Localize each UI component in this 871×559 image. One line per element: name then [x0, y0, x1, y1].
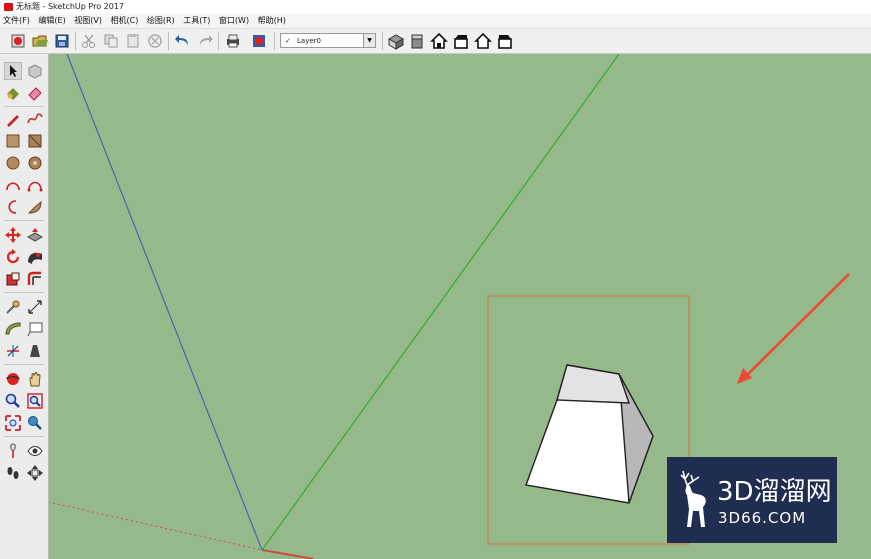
print-icon[interactable] — [224, 32, 242, 50]
toolbar-separator — [382, 32, 383, 50]
two-point-arc-icon[interactable] — [26, 176, 44, 194]
pencil-line-icon[interactable] — [4, 110, 22, 128]
walk-icon[interactable] — [4, 464, 22, 482]
three-point-arc-icon[interactable] — [4, 198, 22, 216]
tape-measure-icon[interactable] — [4, 298, 22, 316]
axes-icon[interactable] — [4, 342, 22, 360]
menu-camera[interactable]: 相机(C) — [108, 14, 142, 28]
paint-bucket-icon[interactable] — [4, 84, 22, 102]
zoom-icon[interactable] — [4, 392, 22, 410]
push-pull-icon[interactable] — [26, 226, 44, 244]
new-file-icon[interactable] — [9, 32, 27, 50]
annotation-arrow-shaft — [742, 273, 850, 380]
delete-icon[interactable] — [146, 32, 164, 50]
dropdown-arrow-icon[interactable]: ▼ — [363, 34, 375, 47]
redo-icon[interactable] — [196, 32, 214, 50]
menu-bar: 文件(F) 编辑(E) 视图(V) 相机(C) 绘图(R) 工具(T) 窗口(W… — [0, 14, 871, 29]
toolbar-separator — [4, 364, 44, 365]
arc-icon[interactable] — [4, 176, 22, 194]
dimension-icon[interactable] — [26, 298, 44, 316]
3d-text-icon[interactable] — [26, 342, 44, 360]
polygon-icon[interactable] — [26, 154, 44, 172]
rotate-icon[interactable] — [4, 248, 22, 266]
cut-icon[interactable] — [80, 32, 98, 50]
eraser-icon[interactable] — [26, 84, 44, 102]
previous-view-icon[interactable] — [26, 414, 44, 432]
checkmark-icon: ✓ — [285, 37, 291, 45]
copy-icon[interactable] — [102, 32, 120, 50]
toolbar-separator — [4, 292, 44, 293]
watermark-logo: 3D溜溜网 3D66.COM — [667, 457, 837, 543]
iso-view-icon[interactable] — [387, 32, 405, 50]
toolbar-separator — [168, 32, 169, 50]
toolbar-separator — [75, 32, 76, 50]
frustum-top-face — [556, 364, 630, 404]
layer-name: Layer0 — [297, 37, 321, 45]
select-arrow-icon[interactable] — [4, 62, 22, 80]
right-view-icon[interactable] — [452, 32, 470, 50]
component-icon[interactable] — [26, 62, 44, 80]
pie-icon[interactable] — [26, 198, 44, 216]
toolbar-separator — [218, 32, 219, 50]
menu-draw[interactable]: 绘图(R) — [144, 14, 178, 28]
left-toolbar — [0, 54, 49, 559]
top-view-icon[interactable] — [408, 32, 426, 50]
undo-icon[interactable] — [174, 32, 192, 50]
protractor-icon[interactable] — [4, 320, 22, 338]
text-tool-icon[interactable] — [26, 320, 44, 338]
red-axis — [261, 549, 315, 559]
watermark-domain: 3D66.COM — [718, 509, 807, 527]
section-plane-icon[interactable] — [26, 464, 44, 482]
back-view-icon[interactable] — [474, 32, 492, 50]
menu-file[interactable]: 文件(F) — [0, 14, 33, 28]
open-folder-icon[interactable] — [31, 32, 49, 50]
left-view-icon[interactable] — [496, 32, 514, 50]
frustum-shape[interactable] — [525, 364, 654, 504]
blue-axis — [66, 54, 263, 551]
layer-dropdown[interactable]: ✓ Layer0 ▼ — [280, 33, 376, 48]
position-camera-icon[interactable] — [4, 442, 22, 460]
annotation-arrow-head — [737, 368, 752, 384]
title-bar: 无标题 - SketchUp Pro 2017 — [0, 0, 871, 14]
zoom-window-icon[interactable] — [26, 392, 44, 410]
look-around-icon[interactable] — [26, 442, 44, 460]
offset-icon[interactable] — [26, 270, 44, 288]
freehand-icon[interactable] — [26, 110, 44, 128]
rectangle-icon[interactable] — [4, 132, 22, 150]
toolbar-separator — [274, 32, 275, 50]
red-axis-dotted — [49, 501, 263, 551]
sketchup-app-icon — [4, 3, 13, 11]
paste-icon[interactable] — [124, 32, 142, 50]
zoom-extents-icon[interactable] — [4, 414, 22, 432]
menu-help[interactable]: 帮助(H) — [255, 14, 289, 28]
circle-icon[interactable] — [4, 154, 22, 172]
menu-tools[interactable]: 工具(T) — [180, 14, 213, 28]
menu-edit[interactable]: 编辑(E) — [35, 14, 68, 28]
pan-hand-icon[interactable] — [26, 370, 44, 388]
deer-logo-icon — [680, 470, 706, 527]
watermark-brand: 3D溜溜网 — [717, 477, 832, 507]
rotated-rectangle-icon[interactable] — [26, 132, 44, 150]
orbit-icon[interactable] — [4, 370, 22, 388]
toolbar-separator — [4, 436, 44, 437]
toolbar-separator — [4, 106, 44, 107]
follow-me-icon[interactable] — [26, 248, 44, 266]
scale-icon[interactable] — [4, 270, 22, 288]
move-icon[interactable] — [4, 226, 22, 244]
window-title: 无标题 - SketchUp Pro 2017 — [16, 2, 124, 11]
menu-window[interactable]: 窗口(W) — [216, 14, 252, 28]
model-info-icon[interactable] — [250, 32, 268, 50]
menu-view[interactable]: 视图(V) — [71, 14, 105, 28]
main-toolbar: ✓ Layer0 ▼ — [0, 29, 871, 54]
toolbar-separator — [4, 220, 44, 221]
front-view-icon[interactable] — [430, 32, 448, 50]
save-icon[interactable] — [53, 32, 71, 50]
